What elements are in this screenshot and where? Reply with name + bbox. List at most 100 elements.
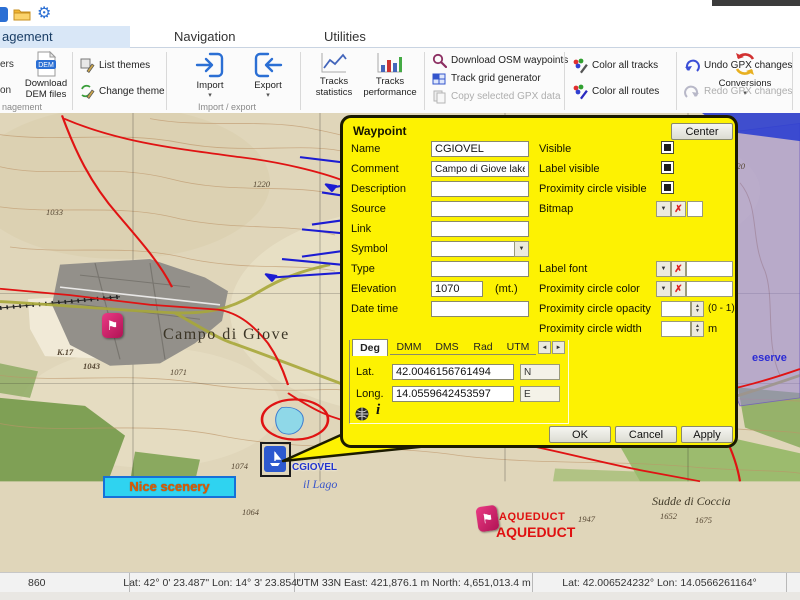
- visible-label: Visible: [539, 143, 572, 155]
- bitmap-preview: [687, 201, 703, 217]
- tab-navigation[interactable]: Navigation: [160, 26, 249, 48]
- cutoff-button-1[interactable]: ers: [0, 56, 14, 73]
- coordinates-panel: Deg DMM DMS Rad UTM ◄ ► Lat. N Long. E i: [349, 339, 569, 424]
- status-utm: UTM 33N East: 421,876.1 m North: 4,651,0…: [295, 573, 533, 592]
- visible-checkbox[interactable]: [661, 141, 674, 154]
- coord-tabs-scroll-right-icon[interactable]: ►: [552, 341, 565, 354]
- copy-icon: [433, 90, 446, 104]
- prox-opacity-suffix: (0 - 1): [708, 303, 735, 314]
- lat-label: Lat.: [356, 366, 375, 378]
- conversions-icon: [735, 53, 755, 75]
- copy-gpx-label: Copy selected GPX data: [451, 91, 561, 102]
- coord-tab-dmm[interactable]: DMM: [390, 340, 428, 355]
- spin-down-icon: ▼: [695, 328, 700, 334]
- export-icon: [254, 52, 283, 78]
- elevation-unit: (mt.): [495, 283, 518, 295]
- lat-hemisphere-combo[interactable]: N: [520, 364, 560, 380]
- bitmap-clear-icon[interactable]: ✗: [671, 201, 686, 217]
- undo-icon: [685, 59, 700, 72]
- apply-button[interactable]: Apply: [681, 426, 733, 443]
- download-dem-button[interactable]: DEM Download DEM files: [22, 50, 70, 108]
- prox-visible-checkbox[interactable]: [661, 181, 674, 194]
- tracks-statistics-button[interactable]: Tracks statistics: [308, 50, 360, 108]
- source-field[interactable]: [431, 201, 529, 217]
- change-theme-icon: [81, 84, 95, 99]
- elevation-label: 1064: [242, 507, 259, 517]
- prox-width-spinner[interactable]: ▲ ▼: [691, 321, 704, 337]
- long-hemisphere-combo[interactable]: E: [520, 386, 560, 402]
- symbol-dropdown-icon[interactable]: ▼: [514, 241, 529, 257]
- web-globe-icon[interactable]: [354, 406, 371, 422]
- elevation-label: 1074: [231, 461, 248, 471]
- app-icon: [0, 7, 8, 22]
- datetime-field[interactable]: [431, 301, 529, 317]
- lat-field[interactable]: [392, 364, 514, 380]
- cutoff-button-2[interactable]: on: [0, 82, 11, 99]
- label-font-clear-icon[interactable]: ✗: [671, 261, 686, 277]
- open-folder-icon[interactable]: [13, 6, 31, 21]
- link-label: Link: [351, 223, 372, 235]
- track-grid-button[interactable]: Track grid generator: [432, 70, 541, 87]
- color-all-tracks-button[interactable]: Color all tracks: [572, 57, 658, 74]
- waypoint-dialog: Waypoint Center Name Comment Description…: [340, 115, 738, 448]
- prox-color-dropdown-icon[interactable]: ▼: [656, 281, 671, 297]
- description-label: Description: [351, 183, 407, 195]
- description-field[interactable]: [431, 181, 529, 197]
- line-chart-icon: [321, 53, 347, 73]
- bitmap-dropdown-icon[interactable]: ▼: [656, 201, 671, 217]
- coord-tab-dms[interactable]: DMS: [428, 340, 466, 355]
- elevation-field[interactable]: [431, 281, 483, 297]
- tracks-performance-label: Tracks performance: [363, 76, 417, 98]
- scenery-note-label[interactable]: Nice scenery: [103, 476, 236, 498]
- label-visible-checkbox[interactable]: [661, 161, 674, 174]
- export-label: Export: [254, 80, 282, 91]
- center-button[interactable]: Center: [671, 123, 733, 140]
- long-field[interactable]: [392, 386, 514, 402]
- elevation-label: 1033: [46, 207, 63, 217]
- link-field[interactable]: [431, 221, 529, 237]
- prox-opacity-spinner[interactable]: ▲ ▼: [691, 301, 704, 317]
- coord-tabs-scroll-left-icon[interactable]: ◄: [538, 341, 551, 354]
- download-dem-label: Download DEM files: [24, 78, 68, 100]
- coord-tab-utm[interactable]: UTM: [500, 340, 536, 355]
- change-theme-button[interactable]: Change theme: [80, 83, 165, 100]
- info-icon[interactable]: i: [376, 402, 380, 419]
- tracks-performance-button[interactable]: Tracks performance: [362, 50, 418, 108]
- coord-tab-deg[interactable]: Deg: [352, 339, 388, 356]
- gear-icon[interactable]: ⚙: [37, 3, 51, 23]
- prox-width-label: Proximity circle width: [539, 323, 642, 335]
- lake-label: il Lago: [303, 477, 338, 491]
- name-label: Name: [351, 143, 381, 155]
- comment-field[interactable]: [431, 161, 529, 177]
- import-caret-icon: ▾: [208, 91, 212, 99]
- color-routes-icon: [573, 84, 588, 99]
- coord-tab-rad[interactable]: Rad: [466, 340, 500, 355]
- list-themes-button[interactable]: List themes: [80, 57, 150, 74]
- status-zoom-level: 860: [0, 573, 130, 592]
- conversions-button[interactable]: Conversions ▾: [710, 50, 780, 108]
- prox-opacity-field[interactable]: [661, 301, 691, 317]
- type-field[interactable]: [431, 261, 529, 277]
- elevation-label: 1071: [170, 367, 187, 377]
- tab-utilities[interactable]: Utilities: [310, 26, 380, 48]
- cancel-button[interactable]: Cancel: [615, 426, 677, 443]
- label-font-dropdown-icon[interactable]: ▼: [656, 261, 671, 277]
- tab-management[interactable]: agement: [0, 26, 130, 48]
- waypoint-flag-aqueduct[interactable]: ⚑: [475, 504, 500, 533]
- prox-width-field[interactable]: [661, 321, 691, 337]
- tracks-statistics-label: Tracks statistics: [315, 76, 353, 98]
- conversions-caret-icon: ▾: [743, 89, 747, 97]
- flag-icon: ⚑: [106, 317, 119, 333]
- waypoint-flag-town[interactable]: ⚑: [102, 313, 123, 338]
- prox-color-clear-icon[interactable]: ✗: [671, 281, 686, 297]
- import-button[interactable]: Import ▾: [186, 50, 234, 108]
- import-icon: [195, 52, 224, 78]
- color-all-routes-button[interactable]: Color all routes: [572, 83, 659, 100]
- copy-gpx-button[interactable]: Copy selected GPX data: [432, 88, 561, 105]
- download-osm-button[interactable]: Download OSM waypoints: [432, 52, 568, 69]
- selected-waypoint-icon[interactable]: [264, 446, 286, 472]
- coccia-label: Sudde di Coccia: [652, 494, 731, 508]
- ok-button[interactable]: OK: [549, 426, 611, 443]
- name-field[interactable]: [431, 141, 529, 157]
- export-button[interactable]: Export ▾: [244, 50, 292, 108]
